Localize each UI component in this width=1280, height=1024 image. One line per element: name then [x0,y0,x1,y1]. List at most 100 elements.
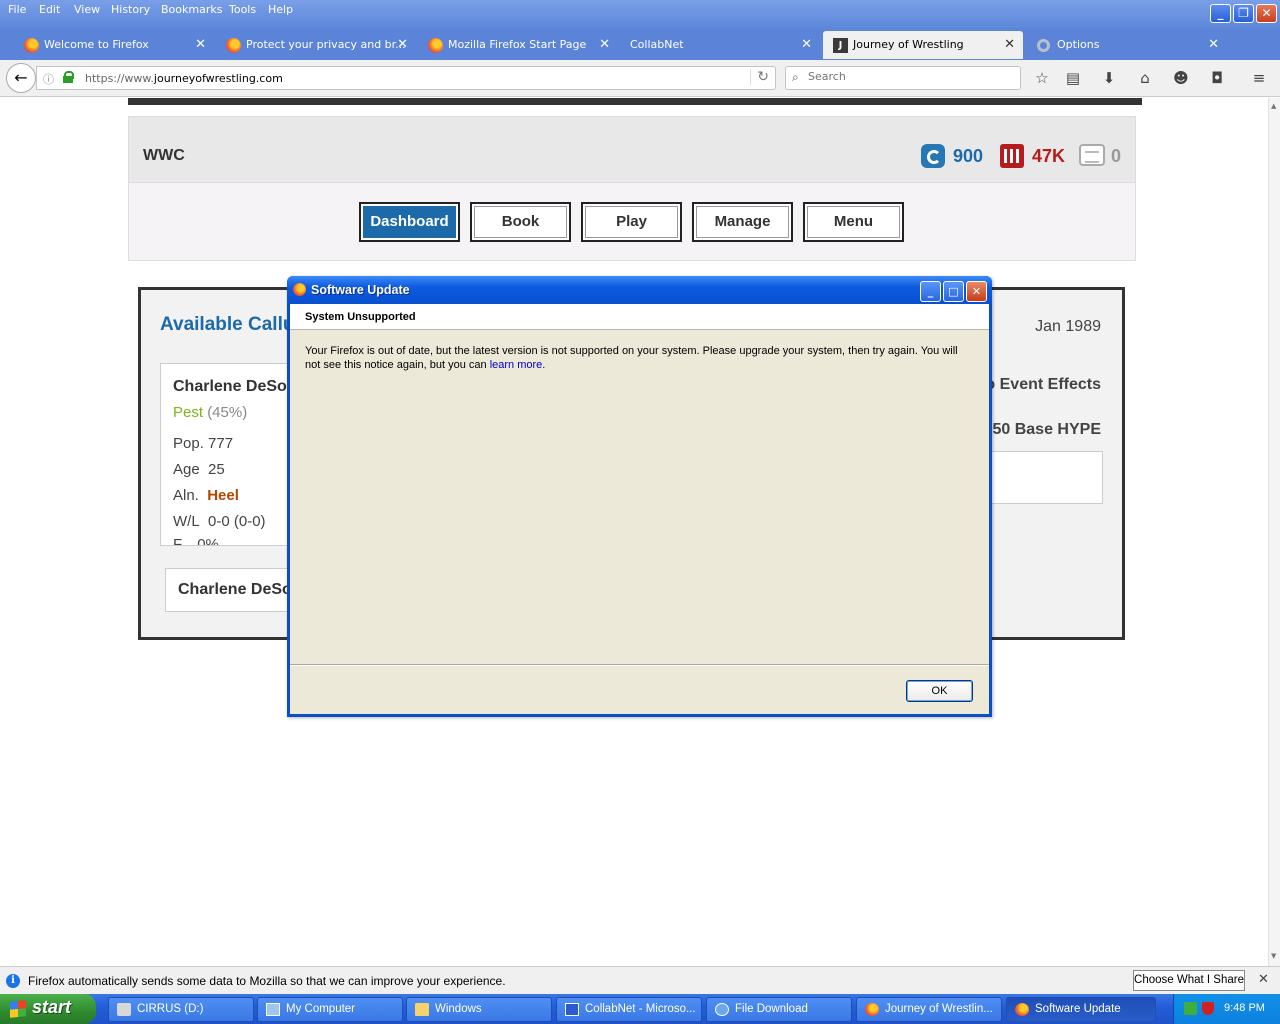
wrestler-pop: Pop. 777 [173,435,234,452]
info-icon[interactable]: ⓘ [43,71,54,87]
wrestler-gimmick: Pest (45%) [173,404,248,421]
scroll-down-icon[interactable]: ▼ [1271,952,1276,960]
taskbar-item-collabnet[interactable]: CollabNet - Microso... [556,997,702,1022]
firefox-icon [293,283,306,296]
tab-close-icon[interactable]: ✕ [195,31,206,59]
taskbar-item-my-computer[interactable]: My Computer [257,997,403,1022]
system-tray: 9:48 PM [1173,994,1280,1024]
wrestler-card[interactable]: Charlene DeSo Pest (45%) Pop. 777 Age 25… [160,363,300,546]
taskbar-item-cirrus[interactable]: CIRRUS (D:) [108,997,254,1022]
dialog-title: Software Update [311,283,410,297]
minimize-button[interactable]: _ [1210,4,1231,23]
coins-value: 900 [953,146,984,166]
dialog-close-button[interactable]: ✕ [966,281,987,302]
search-input[interactable] [808,70,1008,83]
tab-label: Mozilla Firefox Start Page [448,38,587,51]
tab-close-icon[interactable]: ✕ [1208,31,1219,59]
menu-button[interactable]: Menu [803,202,904,242]
dialog-minimize-button[interactable]: _ [920,281,941,302]
effects-box[interactable] [991,451,1103,504]
taskbar-item-file-download[interactable]: File Download [706,997,852,1022]
tab-close-icon[interactable]: ✕ [801,31,812,59]
hello-icon[interactable]: ☻ [1170,68,1192,90]
firefox-icon [865,1003,879,1016]
start-button[interactable]: start [0,994,96,1024]
game-date: Jan 1989 [1035,318,1101,335]
coin-icon [921,144,945,168]
tab-collabnet[interactable]: CollabNet ✕ [620,31,820,59]
menu-view[interactable]: View [74,3,100,16]
network-icon[interactable] [1184,1002,1197,1015]
hamburger-menu-icon[interactable]: ≡ [1248,68,1270,90]
dialog-heading: System Unsupported [305,311,416,323]
firefox-icon [226,38,241,53]
book-button[interactable]: Book [470,202,571,242]
download-icon [715,1003,729,1016]
home-icon[interactable]: ⌂ [1134,68,1156,90]
base-hype-label: 50 Base HYPE [992,421,1101,438]
promotion-name: WWC [143,147,185,164]
close-window-button[interactable]: ✕ [1256,4,1277,23]
choose-what-i-share-button[interactable]: Choose What I Share [1133,970,1245,991]
menu-edit[interactable]: Edit [39,3,60,16]
menu-help[interactable]: Help [268,3,293,16]
wrestler-record: W/L 0-0 (0-0) [173,513,266,530]
url-bar[interactable]: ⓘ https://www.journeyofwrestling.com ↻ [36,66,776,90]
play-button[interactable]: Play [581,202,682,242]
taskbar-item-windows[interactable]: Windows [406,997,552,1022]
dialog-header: System Unsupported [290,304,989,330]
dialog-maximize-button[interactable]: □ [943,281,964,302]
menu-history[interactable]: History [111,3,150,16]
navigation-toolbar: ← ⓘ https://www.journeyofwrestling.com ↻… [0,60,1280,97]
reading-list-icon[interactable]: ▤ [1062,68,1084,90]
messages-icon[interactable] [1079,144,1105,166]
selected-wrestler[interactable]: Charlene DeSo [165,568,300,612]
tab-privacy[interactable]: Protect your privacy and br... ✕ [216,31,416,59]
tab-journey-of-wrestling[interactable]: J Journey of Wrestling ✕ [823,31,1023,59]
dialog-body: System Unsupported Your Firefox is out o… [290,304,989,714]
security-shield-icon[interactable] [1202,1002,1214,1015]
tab-close-icon[interactable]: ✕ [397,31,408,59]
dialog-message: Your Firefox is out of date, but the lat… [305,345,958,371]
hype-value: 47K [1032,146,1066,166]
menu-bookmarks[interactable]: Bookmarks [161,3,222,16]
pocket-icon[interactable]: ◘ [1206,68,1228,90]
j-icon: J [833,38,848,53]
firefox-icon [24,38,39,53]
close-icon[interactable]: ✕ [1258,972,1269,987]
scroll-up-icon[interactable]: ▲ [1271,102,1276,110]
bookmark-star-icon[interactable]: ☆ [1031,68,1053,90]
downloads-icon[interactable]: ⬇ [1098,68,1120,90]
tab-close-icon[interactable]: ✕ [599,31,610,59]
game-header: WWC 900 47K 0 [129,117,1135,183]
wrestler-age: Age 25 [173,461,225,478]
tab-label: CollabNet [630,38,684,51]
tab-label: Protect your privacy and br... [246,38,406,51]
learn-more-link[interactable]: learn more. [490,359,546,371]
taskbar-item-journey-of-wrestling[interactable]: Journey of Wrestlin... [856,997,1002,1022]
clock: 9:48 PM [1224,1002,1265,1014]
restore-button[interactable]: ❐ [1233,4,1254,23]
back-button[interactable]: ← [6,63,36,93]
ok-button[interactable]: OK [906,680,973,702]
taskbar-item-software-update[interactable]: Software Update [1006,997,1156,1022]
header-divider [128,98,1142,105]
menu-tools[interactable]: Tools [229,3,256,16]
wrestler-name: Charlene DeSo [173,378,287,395]
manage-button[interactable]: Manage [692,202,793,242]
tab-options[interactable]: Options ✕ [1027,31,1227,59]
firefox-icon [1015,1003,1029,1016]
taskbar: start CIRRUS (D:) My Computer Windows Co… [0,994,1280,1024]
tab-start-page[interactable]: Mozilla Firefox Start Page ✕ [418,31,618,59]
dialog-title-bar[interactable]: Software Update _ □ ✕ [287,276,992,304]
computer-icon [266,1003,280,1016]
menu-file[interactable]: File [8,3,26,16]
tab-welcome[interactable]: Welcome to Firefox ✕ [14,31,214,59]
wrestler-extra: F... 0% [173,536,219,546]
reload-icon[interactable]: ↻ [750,69,769,85]
search-box[interactable]: ⌕ [785,66,1021,90]
dashboard-button[interactable]: Dashboard [359,202,460,242]
tab-close-icon[interactable]: ✕ [1004,31,1015,59]
notification-bar: i Firefox automatically sends some data … [0,966,1280,994]
vertical-scrollbar[interactable]: ▲ ▼ [1268,98,1280,966]
